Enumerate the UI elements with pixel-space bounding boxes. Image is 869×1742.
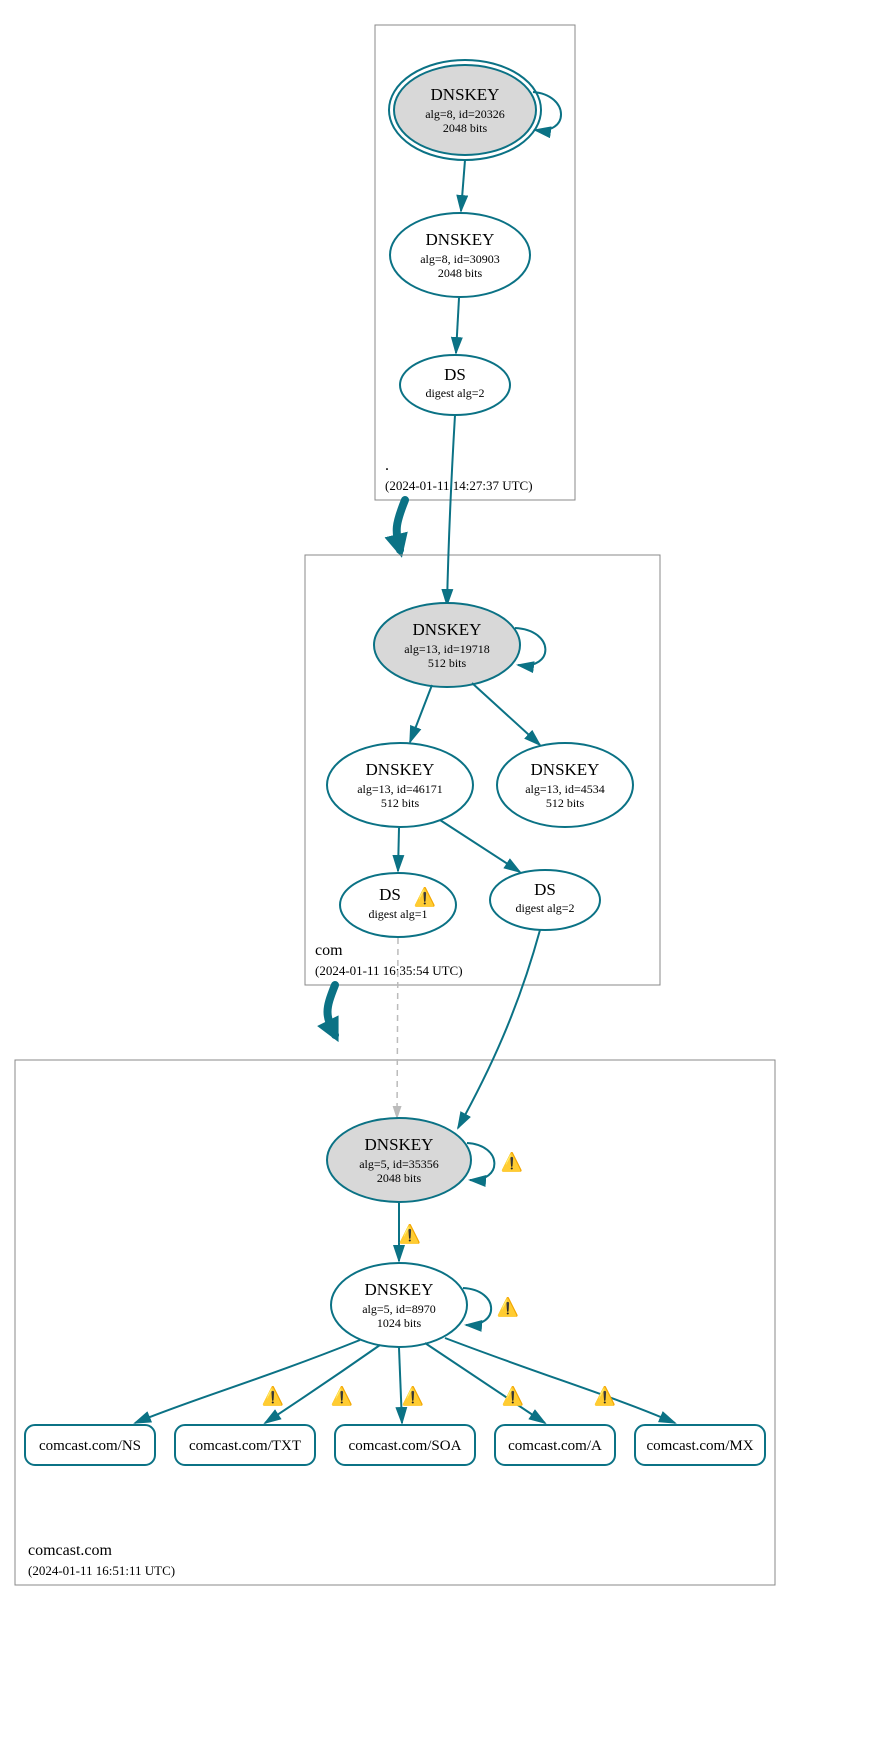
- warning-icon: ⚠️: [501, 1151, 523, 1172]
- svg-text:digest alg=2: digest alg=2: [515, 901, 574, 915]
- svg-text:512 bits: 512 bits: [381, 796, 420, 810]
- svg-text:DS: DS: [444, 365, 466, 384]
- svg-text:DNSKEY: DNSKEY: [426, 230, 495, 249]
- edge-ds1-to-target-ksk: [397, 938, 398, 1118]
- svg-text:alg=8, id=30903: alg=8, id=30903: [420, 252, 500, 266]
- svg-text:DNSKEY: DNSKEY: [531, 760, 600, 779]
- svg-text:DS: DS: [379, 885, 401, 904]
- svg-text:1024 bits: 1024 bits: [377, 1316, 422, 1330]
- svg-text:DNSKEY: DNSKEY: [365, 1280, 434, 1299]
- dnskey-root-zsk: DNSKEY alg=8, id=30903 2048 bits: [390, 213, 530, 297]
- svg-text:comcast.com/MX: comcast.com/MX: [646, 1438, 753, 1454]
- svg-text:(2024-01-11 16:35:54 UTC): (2024-01-11 16:35:54 UTC): [315, 963, 463, 978]
- svg-text:alg=13, id=19718: alg=13, id=19718: [404, 642, 490, 656]
- warning-icon: ⚠️: [497, 1296, 519, 1317]
- svg-text:alg=13, id=4534: alg=13, id=4534: [525, 782, 605, 796]
- svg-text:comcast.com/SOA: comcast.com/SOA: [349, 1438, 462, 1454]
- dnskey-com-ksk: DNSKEY alg=13, id=19718 512 bits: [374, 603, 520, 687]
- warning-icon: ⚠️: [414, 886, 436, 907]
- svg-text:(2024-01-11 16:51:11 UTC): (2024-01-11 16:51:11 UTC): [28, 1563, 175, 1578]
- svg-text:2048 bits: 2048 bits: [443, 121, 488, 135]
- edge-com-zsk1-to-ds2: [440, 820, 520, 872]
- svg-text:alg=8, id=20326: alg=8, id=20326: [425, 107, 505, 121]
- warning-icon: ⚠️: [502, 1385, 524, 1406]
- svg-text:DNSKEY: DNSKEY: [413, 620, 482, 639]
- edge-root-ksk-to-zsk: [461, 160, 465, 211]
- svg-text:DS: DS: [534, 880, 556, 899]
- zone-label-target: comcast.com (2024-01-11 16:51:11 UTC): [28, 1542, 175, 1578]
- dnskey-root-ksk: DNSKEY alg=8, id=20326 2048 bits: [389, 60, 541, 160]
- svg-text:(2024-01-11 14:27:37 UTC): (2024-01-11 14:27:37 UTC): [385, 478, 533, 493]
- svg-text:digest alg=1: digest alg=1: [368, 907, 427, 921]
- svg-text:comcast.com/NS: comcast.com/NS: [39, 1438, 141, 1454]
- warning-icon: ⚠️: [262, 1385, 284, 1406]
- svg-text:comcast.com/A: comcast.com/A: [508, 1438, 602, 1454]
- svg-text:2048 bits: 2048 bits: [438, 266, 483, 280]
- dnskey-com-zsk1: DNSKEY alg=13, id=46171 512 bits: [327, 743, 473, 827]
- warning-icon: ⚠️: [399, 1223, 421, 1244]
- svg-text:comcast.com: comcast.com: [28, 1542, 113, 1559]
- edge-root-zsk-to-ds: [456, 298, 459, 353]
- delegation-com-to-target: [328, 985, 336, 1035]
- svg-text:.: .: [385, 457, 389, 474]
- dnskey-target-zsk: DNSKEY alg=5, id=8970 1024 bits: [331, 1263, 467, 1347]
- ds-root: DS digest alg=2: [400, 355, 510, 415]
- svg-text:alg=5, id=35356: alg=5, id=35356: [359, 1157, 439, 1171]
- edge-com-zsk1-to-ds1: [398, 828, 399, 871]
- svg-text:alg=5, id=8970: alg=5, id=8970: [362, 1302, 436, 1316]
- zone-label-com: com (2024-01-11 16:35:54 UTC): [315, 942, 463, 978]
- ds-com-1: DS ⚠️ digest alg=1: [340, 873, 456, 937]
- svg-text:DNSKEY: DNSKEY: [365, 1135, 434, 1154]
- rrset-txt: comcast.com/TXT: [175, 1425, 315, 1465]
- svg-text:digest alg=2: digest alg=2: [425, 386, 484, 400]
- edge-zsk-to-txt: [265, 1345, 380, 1423]
- warning-icon: ⚠️: [594, 1385, 616, 1406]
- warning-icon: ⚠️: [331, 1385, 353, 1406]
- delegation-root-to-com: [397, 500, 405, 550]
- warning-icon: ⚠️: [402, 1385, 424, 1406]
- zone-label-root: . (2024-01-11 14:27:37 UTC): [385, 457, 533, 493]
- rrset-mx: comcast.com/MX: [635, 1425, 765, 1465]
- rrset-soa: comcast.com/SOA: [335, 1425, 475, 1465]
- svg-text:com: com: [315, 942, 343, 959]
- dnskey-target-ksk: DNSKEY alg=5, id=35356 2048 bits: [327, 1118, 471, 1202]
- svg-text:2048 bits: 2048 bits: [377, 1171, 422, 1185]
- svg-text:DNSKEY: DNSKEY: [431, 85, 500, 104]
- svg-text:alg=13, id=46171: alg=13, id=46171: [357, 782, 443, 796]
- svg-text:comcast.com/TXT: comcast.com/TXT: [189, 1438, 301, 1454]
- edge-com-ksk-to-zsk2: [472, 683, 540, 745]
- dnskey-com-zsk2: DNSKEY alg=13, id=4534 512 bits: [497, 743, 633, 827]
- edge-zsk-to-a: [425, 1343, 545, 1423]
- edge-root-ds-to-com-ksk: [447, 415, 455, 605]
- rrset-ns: comcast.com/NS: [25, 1425, 155, 1465]
- svg-text:DNSKEY: DNSKEY: [366, 760, 435, 779]
- ds-com-2: DS digest alg=2: [490, 870, 600, 930]
- edge-com-ksk-to-zsk1: [410, 685, 432, 742]
- svg-text:512 bits: 512 bits: [428, 656, 467, 670]
- edge-ds2-to-target-ksk: [458, 930, 540, 1128]
- svg-text:512 bits: 512 bits: [546, 796, 585, 810]
- rrset-a: comcast.com/A: [495, 1425, 615, 1465]
